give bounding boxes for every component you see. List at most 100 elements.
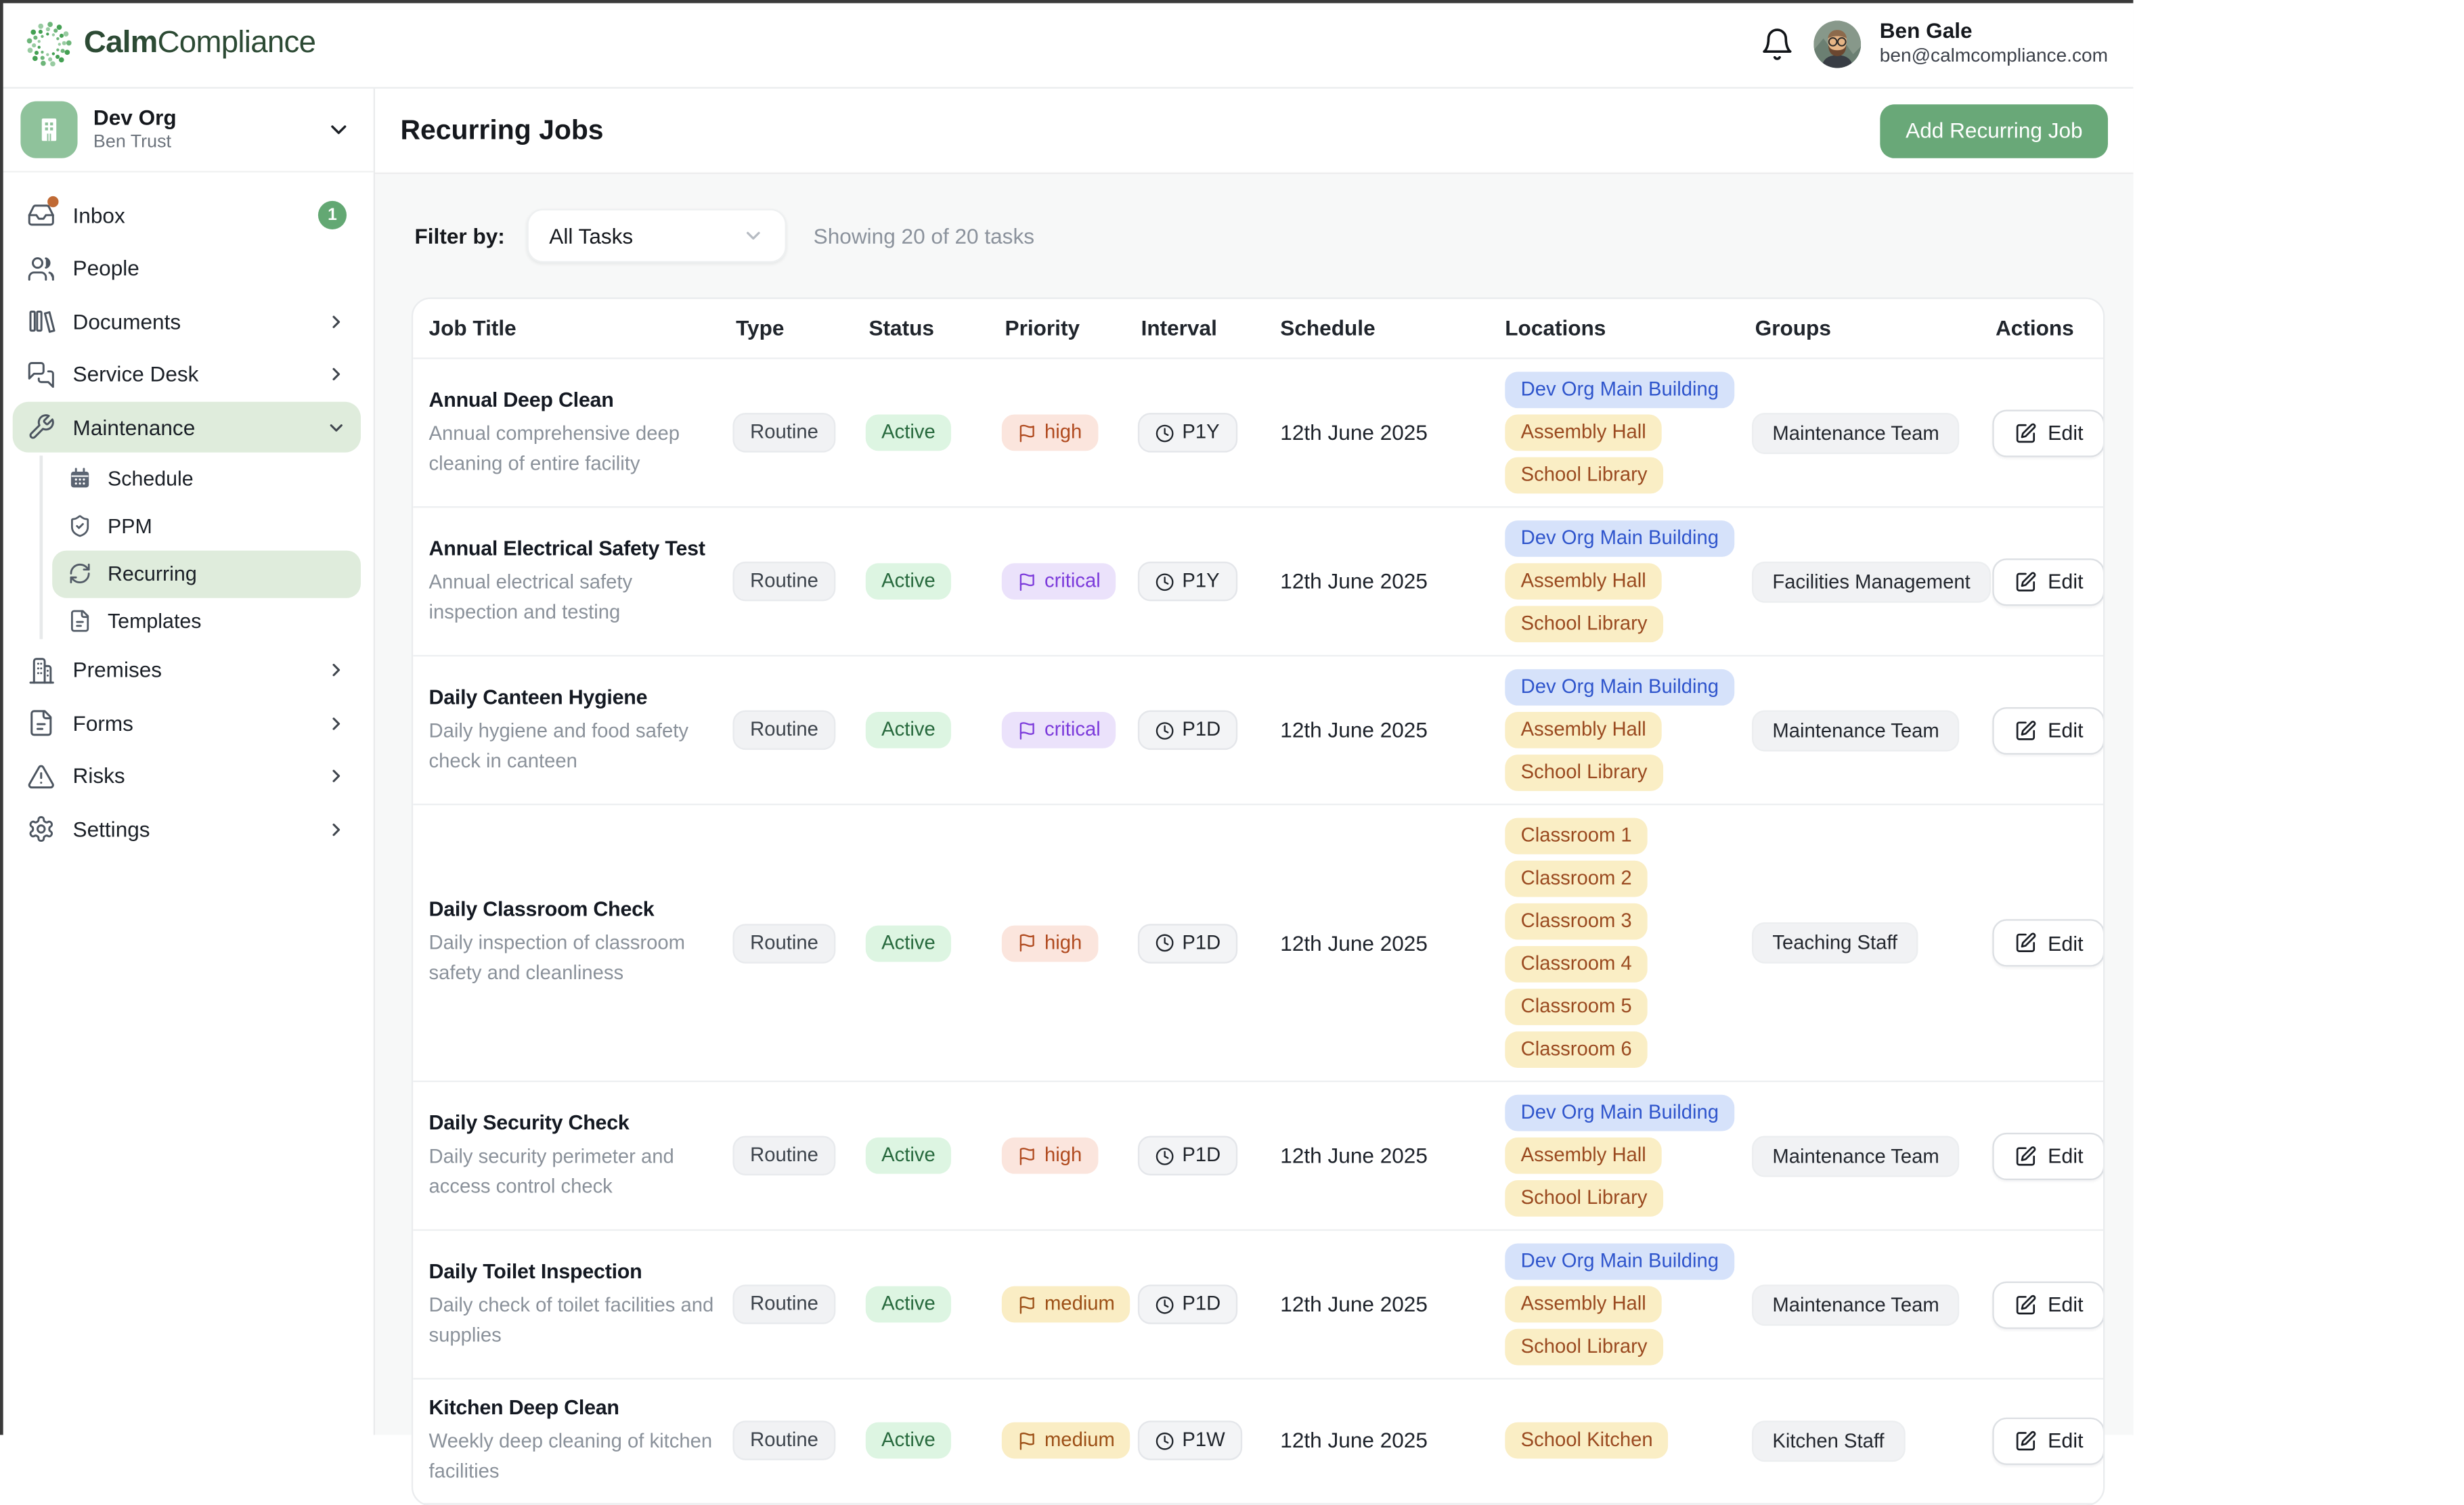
sidebar-item-documents[interactable]: Documents <box>13 296 361 346</box>
job-description: Daily hygiene and food safety check in c… <box>429 716 720 776</box>
window-top-edge <box>0 0 2133 3</box>
job-title: Annual Electrical Safety Test <box>429 536 720 560</box>
edit-button[interactable]: Edit <box>1992 1132 2105 1180</box>
edit-button[interactable]: Edit <box>1992 1280 2105 1328</box>
location-chip-label: Assembly Hall <box>1521 1144 1646 1167</box>
locations-cell: Dev Org Main BuildingAssembly HallSchool… <box>1502 508 1752 654</box>
priority-cell: high <box>1002 415 1138 451</box>
type-badge: Routine <box>732 923 835 962</box>
sidebar-item-label: Forms <box>73 711 133 735</box>
table-row: Kitchen Deep CleanWeekly deep cleaning o… <box>413 1380 2103 1504</box>
location-chip-label: Dev Org Main Building <box>1521 1101 1719 1125</box>
user-avatar[interactable] <box>1813 20 1861 67</box>
interval-badge: P1D <box>1138 1284 1238 1324</box>
type-badge: Routine <box>732 413 835 452</box>
status-cell: Active <box>866 415 1002 451</box>
sidebar-item-settings[interactable]: Settings <box>13 804 361 855</box>
gear-icon <box>27 815 56 843</box>
group-badge: Maintenance Team <box>1752 1284 1960 1325</box>
location-chip-label: School Library <box>1521 1186 1648 1210</box>
type-cell: Routine <box>732 413 865 452</box>
type-badge-label: Routine <box>750 1429 818 1453</box>
notifications-bell-icon[interactable] <box>1759 26 1794 61</box>
type-badge-label: Routine <box>750 1293 818 1316</box>
type-badge: Routine <box>732 1136 835 1175</box>
top-bar: CalmCompliance <box>0 0 2133 89</box>
sidebar-item-ppm[interactable]: PPM <box>52 502 361 549</box>
sidebar-item-forms[interactable]: Forms <box>13 698 361 748</box>
job-description: Weekly deep cleaning of kitchen faciliti… <box>429 1427 720 1487</box>
group-cell: Maintenance Team <box>1752 1284 1992 1325</box>
location-chip-label: School Kitchen <box>1521 1429 1653 1453</box>
interval-cell: P1D <box>1138 1136 1277 1175</box>
sidebar-item-label: Premises <box>73 658 162 682</box>
priority-badge-label: high <box>1044 931 1082 955</box>
edit-button[interactable]: Edit <box>1992 409 2105 456</box>
chevron-right-icon <box>326 364 347 384</box>
sidebar-nav: Inbox 1 People Documents Service Desk <box>0 173 374 855</box>
location-chip: Classroom 6 <box>1505 1031 1648 1068</box>
location-chip-label: Classroom 5 <box>1521 995 1632 1018</box>
location-chip: Classroom 3 <box>1505 903 1648 940</box>
edit-button[interactable]: Edit <box>1992 706 2105 754</box>
edit-button[interactable]: Edit <box>1992 919 2105 966</box>
sidebar-item-maintenance[interactable]: Maintenance <box>13 402 361 453</box>
location-chip: Classroom 4 <box>1505 946 1648 983</box>
org-avatar <box>20 102 77 158</box>
job-description: Annual comprehensive deep cleaning of en… <box>429 419 720 478</box>
sidebar-item-label: Schedule <box>108 467 194 491</box>
group-cell: Kitchen Staff <box>1752 1420 1992 1462</box>
interval-badge-label: P1D <box>1182 1293 1220 1316</box>
sidebar-item-schedule[interactable]: Schedule <box>52 455 361 502</box>
status-cell: Active <box>866 1286 1002 1323</box>
user-info[interactable]: Ben Gale ben@calmcompliance.com <box>1880 18 2108 69</box>
actions-cell: Edit <box>1992 1132 2105 1180</box>
edit-button-label: Edit <box>2048 1429 2083 1453</box>
inbox-count-badge: 1 <box>318 201 347 229</box>
status-badge: Active <box>866 1138 951 1174</box>
location-chip-label: Dev Org Main Building <box>1521 378 1719 402</box>
interval-badge: P1D <box>1138 711 1238 750</box>
group-badge: Maintenance Team <box>1752 710 1960 751</box>
location-chip-label: School Library <box>1521 761 1648 784</box>
job-title: Daily Toilet Inspection <box>429 1259 720 1282</box>
type-cell: Routine <box>732 1421 865 1460</box>
location-chip: Dev Org Main Building <box>1505 1095 1734 1131</box>
add-recurring-job-button[interactable]: Add Recurring Job <box>1880 104 2108 157</box>
location-chip: School Kitchen <box>1505 1422 1669 1459</box>
sidebar-item-templates[interactable]: Templates <box>52 598 361 645</box>
org-switcher[interactable]: Dev Org Ben Trust <box>0 89 374 173</box>
chevron-down-icon <box>742 225 764 247</box>
edit-button[interactable]: Edit <box>1992 1417 2105 1464</box>
sidebar-item-service-desk[interactable]: Service Desk <box>13 349 361 399</box>
location-chip: Dev Org Main Building <box>1505 372 1734 408</box>
location-chip-label: Dev Org Main Building <box>1521 526 1719 550</box>
group-cell: Teaching Staff <box>1752 922 1992 964</box>
interval-cell: P1D <box>1138 711 1277 750</box>
edit-button[interactable]: Edit <box>1992 558 2105 605</box>
calendar-icon <box>68 467 92 491</box>
actions-cell: Edit <box>1992 409 2105 456</box>
priority-cell: medium <box>1002 1422 1138 1459</box>
sidebar-item-people[interactable]: People <box>13 243 361 294</box>
location-chip-label: School Library <box>1521 464 1648 487</box>
column-header: Status <box>866 317 1002 340</box>
priority-cell: critical <box>1002 563 1138 600</box>
sidebar-item-risks[interactable]: Risks <box>13 750 361 801</box>
column-header: Groups <box>1752 317 1992 340</box>
sidebar-item-recurring[interactable]: Recurring <box>52 549 361 597</box>
interval-badge: P1D <box>1138 923 1238 962</box>
chevron-right-icon <box>326 660 347 680</box>
sidebar-item-inbox[interactable]: Inbox 1 <box>13 190 361 241</box>
inbox-icon <box>27 201 56 229</box>
documents-icon <box>27 307 56 336</box>
file-text-icon <box>68 609 92 633</box>
job-description: Daily check of toilet facilities and sup… <box>429 1290 720 1350</box>
service-desk-icon <box>27 360 56 388</box>
job-cell: Annual Electrical Safety TestAnnual elec… <box>413 520 732 643</box>
sidebar-item-premises[interactable]: Premises <box>13 645 361 696</box>
task-filter-select[interactable]: All Tasks <box>527 209 787 263</box>
priority-cell: critical <box>1002 712 1138 748</box>
location-chip-label: Assembly Hall <box>1521 570 1646 593</box>
priority-badge-label: medium <box>1044 1429 1115 1453</box>
